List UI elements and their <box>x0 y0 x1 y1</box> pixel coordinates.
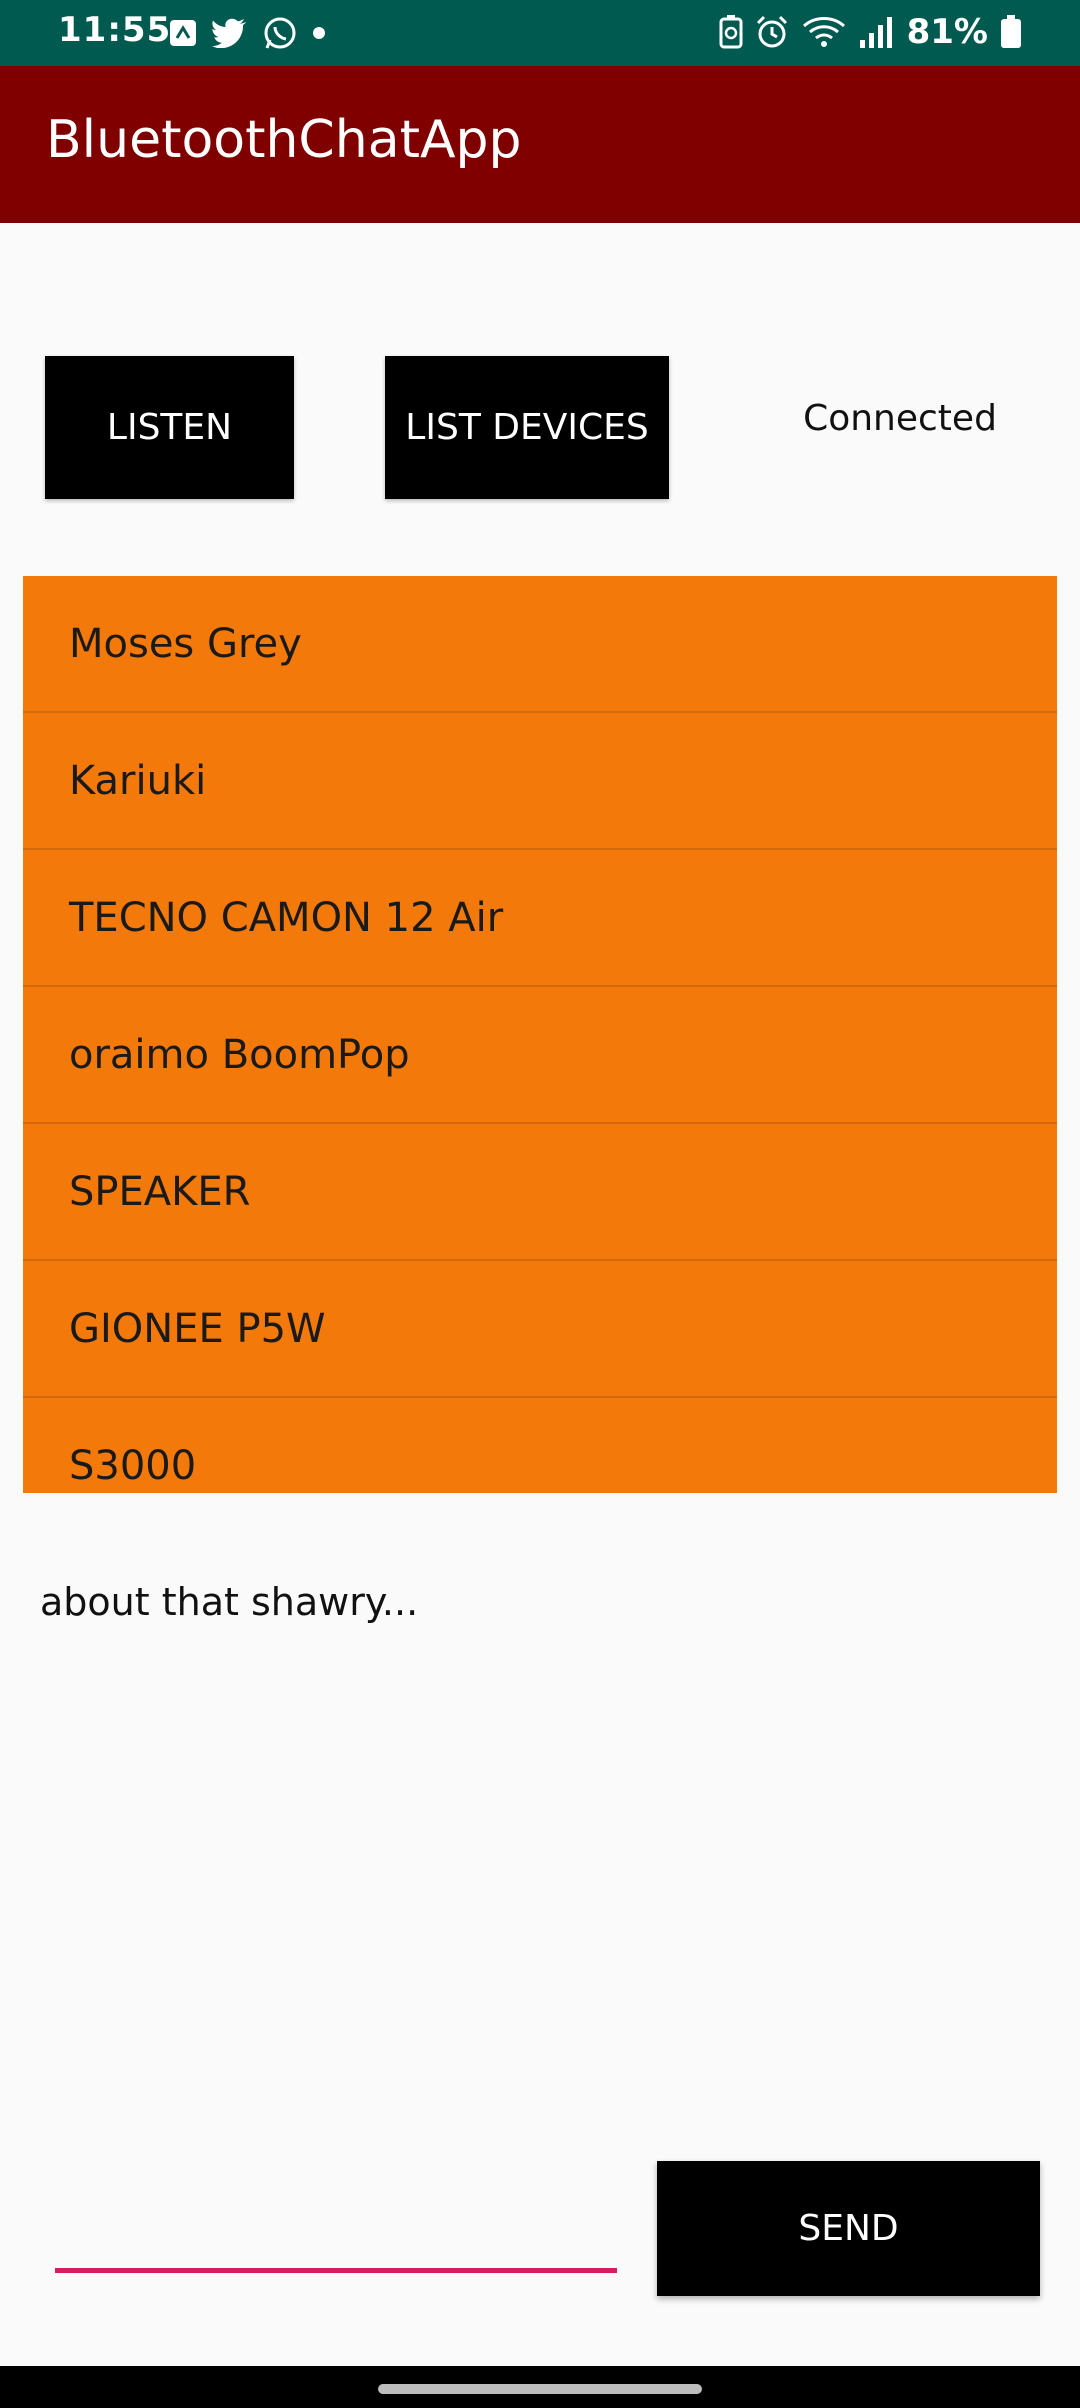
signal-icon <box>859 16 895 48</box>
battery-percent: 81% <box>906 12 988 52</box>
device-list-item[interactable]: Kariuki <box>23 713 1057 850</box>
system-icons: 81% <box>719 12 1022 52</box>
navigation-bar <box>0 2366 1080 2408</box>
device-list-item[interactable]: Moses Grey <box>23 576 1057 713</box>
device-list-item[interactable]: GIONEE P5W <box>23 1261 1057 1398</box>
listen-button[interactable]: LISTEN <box>45 356 294 499</box>
connection-status: Connected <box>803 398 997 439</box>
send-button[interactable]: SEND <box>657 2161 1040 2296</box>
device-list-item[interactable]: SPEAKER <box>23 1124 1057 1261</box>
app-bar: BluetoothChatApp <box>0 66 1080 223</box>
status-bar: 11:55 81% <box>0 0 1080 66</box>
wifi-icon <box>801 15 847 49</box>
device-list-item[interactable]: oraimo BoomPop <box>23 987 1057 1124</box>
alarm-icon <box>755 15 789 49</box>
battery-icon <box>1000 15 1022 49</box>
app-title: BluetoothChatApp <box>46 110 522 170</box>
received-message: about that shawry... <box>40 1580 419 1624</box>
device-list-item[interactable]: TECNO CAMON 12 Air <box>23 850 1057 987</box>
battery-saver-icon <box>719 15 743 49</box>
whatsapp-icon <box>262 15 298 51</box>
status-time: 11:55 <box>58 10 172 50</box>
twitter-icon <box>212 18 248 48</box>
home-gesture-handle[interactable] <box>378 2384 702 2394</box>
notification-icons <box>168 14 326 52</box>
dot-icon <box>312 26 326 40</box>
message-input[interactable] <box>55 2200 617 2273</box>
list-devices-button[interactable]: LIST DEVICES <box>385 356 669 499</box>
sync-icon <box>168 18 198 48</box>
device-list[interactable]: Moses Grey Kariuki TECNO CAMON 12 Air or… <box>23 576 1057 1493</box>
device-list-item[interactable]: S3000 <box>23 1398 1057 1493</box>
